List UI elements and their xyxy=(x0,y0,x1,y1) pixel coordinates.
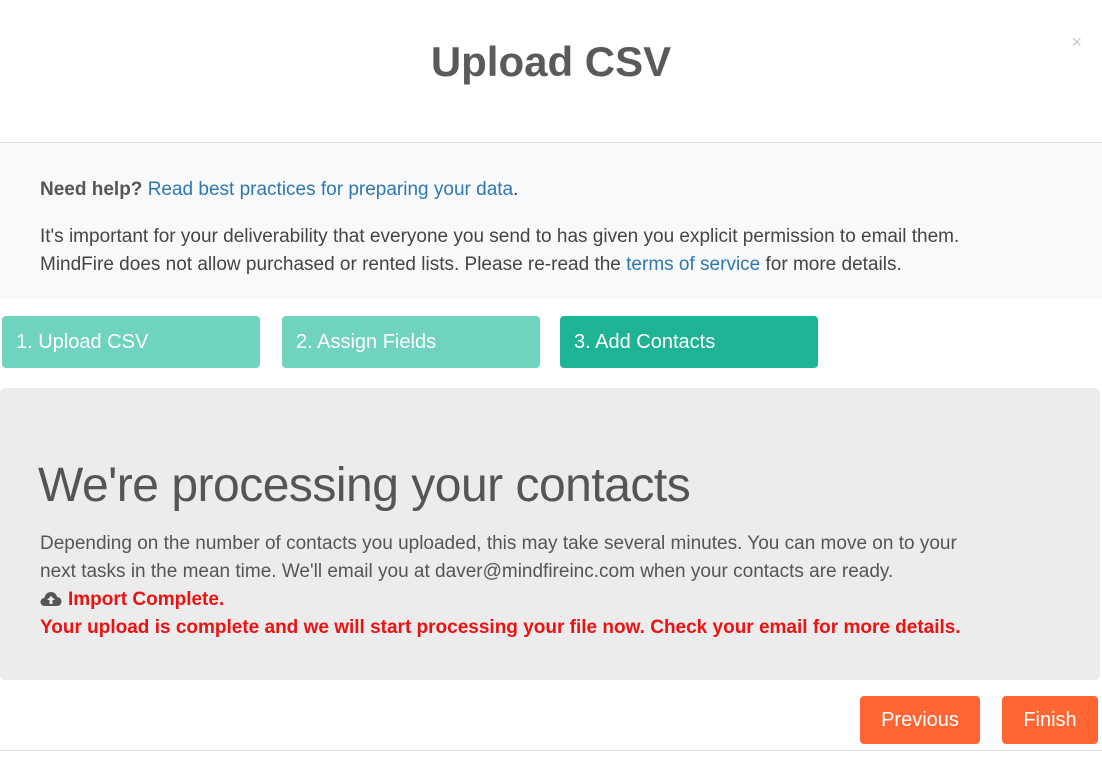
finish-button[interactable]: Finish xyxy=(1002,696,1098,744)
previous-button[interactable]: Previous xyxy=(860,696,980,744)
help-link-suffix: . xyxy=(513,179,519,200)
cloud-upload-icon xyxy=(40,588,62,616)
help-panel: Need help? Read best practices for prepa… xyxy=(0,143,1102,299)
processing-line-2: next tasks in the mean time. We'll email… xyxy=(40,561,894,582)
import-status-detail: Your upload is complete and we will star… xyxy=(40,617,961,638)
modal-title: Upload CSV xyxy=(430,38,672,85)
modal-header: Upload CSV × xyxy=(0,0,1102,143)
help-body-line-2-prefix: MindFire does not allow purchased or ren… xyxy=(40,254,627,275)
import-status: Import Complete. xyxy=(40,586,224,616)
help-body: It's important for your deliverability t… xyxy=(40,223,1080,279)
best-practices-link[interactable]: Read best practices for preparing your d… xyxy=(148,179,513,200)
help-line: Need help? Read best practices for prepa… xyxy=(40,179,518,201)
step-add-contacts[interactable]: 3. Add Contacts xyxy=(560,316,818,368)
close-icon[interactable]: × xyxy=(1071,33,1082,51)
help-body-line-1: It's important for your deliverability t… xyxy=(40,226,960,247)
import-status-title: Import Complete. xyxy=(68,589,225,610)
help-label: Need help? xyxy=(40,179,143,200)
step-upload-csv[interactable]: 1. Upload CSV xyxy=(2,316,260,368)
footer-divider xyxy=(0,750,1102,751)
processing-title: We're processing your contacts xyxy=(38,459,691,512)
help-body-line-2: MindFire does not allow purchased or ren… xyxy=(40,251,1080,279)
processing-panel: We're processing your contacts Depending… xyxy=(0,388,1100,680)
processing-line-1: Depending on the number of contacts you … xyxy=(40,533,957,554)
processing-description: Depending on the number of contacts you … xyxy=(40,530,1080,586)
terms-of-service-link[interactable]: terms of service xyxy=(626,254,760,275)
help-body-line-2-suffix: for more details. xyxy=(760,254,902,275)
upload-csv-modal: Upload CSV × Need help? Read best practi… xyxy=(0,0,1102,782)
step-assign-fields[interactable]: 2. Assign Fields xyxy=(282,316,540,368)
